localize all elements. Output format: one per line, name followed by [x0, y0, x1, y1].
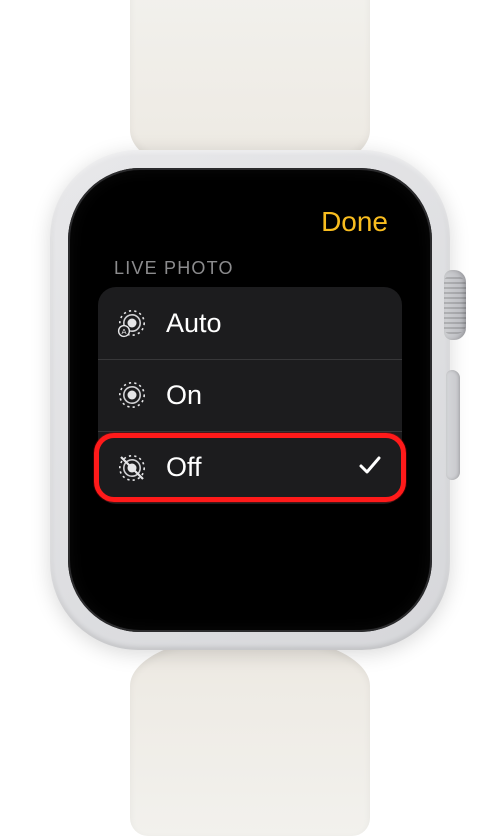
option-auto-label: Auto [166, 308, 384, 339]
option-on-label: On [166, 380, 384, 411]
digital-crown[interactable] [444, 270, 466, 340]
watch-screen: Done LIVE PHOTO A Auto [82, 182, 418, 618]
option-off[interactable]: Off [98, 431, 402, 504]
watch-body: Done LIVE PHOTO A Auto [50, 150, 450, 650]
live-photo-off-icon [116, 452, 148, 484]
option-off-label: Off [166, 452, 338, 483]
live-photo-auto-icon: A [116, 307, 148, 339]
watch-bezel: Done LIVE PHOTO A Auto [68, 168, 432, 632]
side-button[interactable] [446, 370, 460, 480]
screen-header: Done [98, 206, 402, 238]
live-photo-on-icon [116, 379, 148, 411]
section-header-live-photo: LIVE PHOTO [114, 258, 402, 279]
option-auto[interactable]: A Auto [98, 287, 402, 359]
svg-text:A: A [121, 327, 126, 336]
option-on[interactable]: On [98, 359, 402, 431]
watch-band-bottom [130, 636, 370, 836]
live-photo-options-list: A Auto On [98, 287, 402, 504]
checkmark-icon [356, 451, 384, 484]
done-button[interactable]: Done [321, 206, 388, 238]
